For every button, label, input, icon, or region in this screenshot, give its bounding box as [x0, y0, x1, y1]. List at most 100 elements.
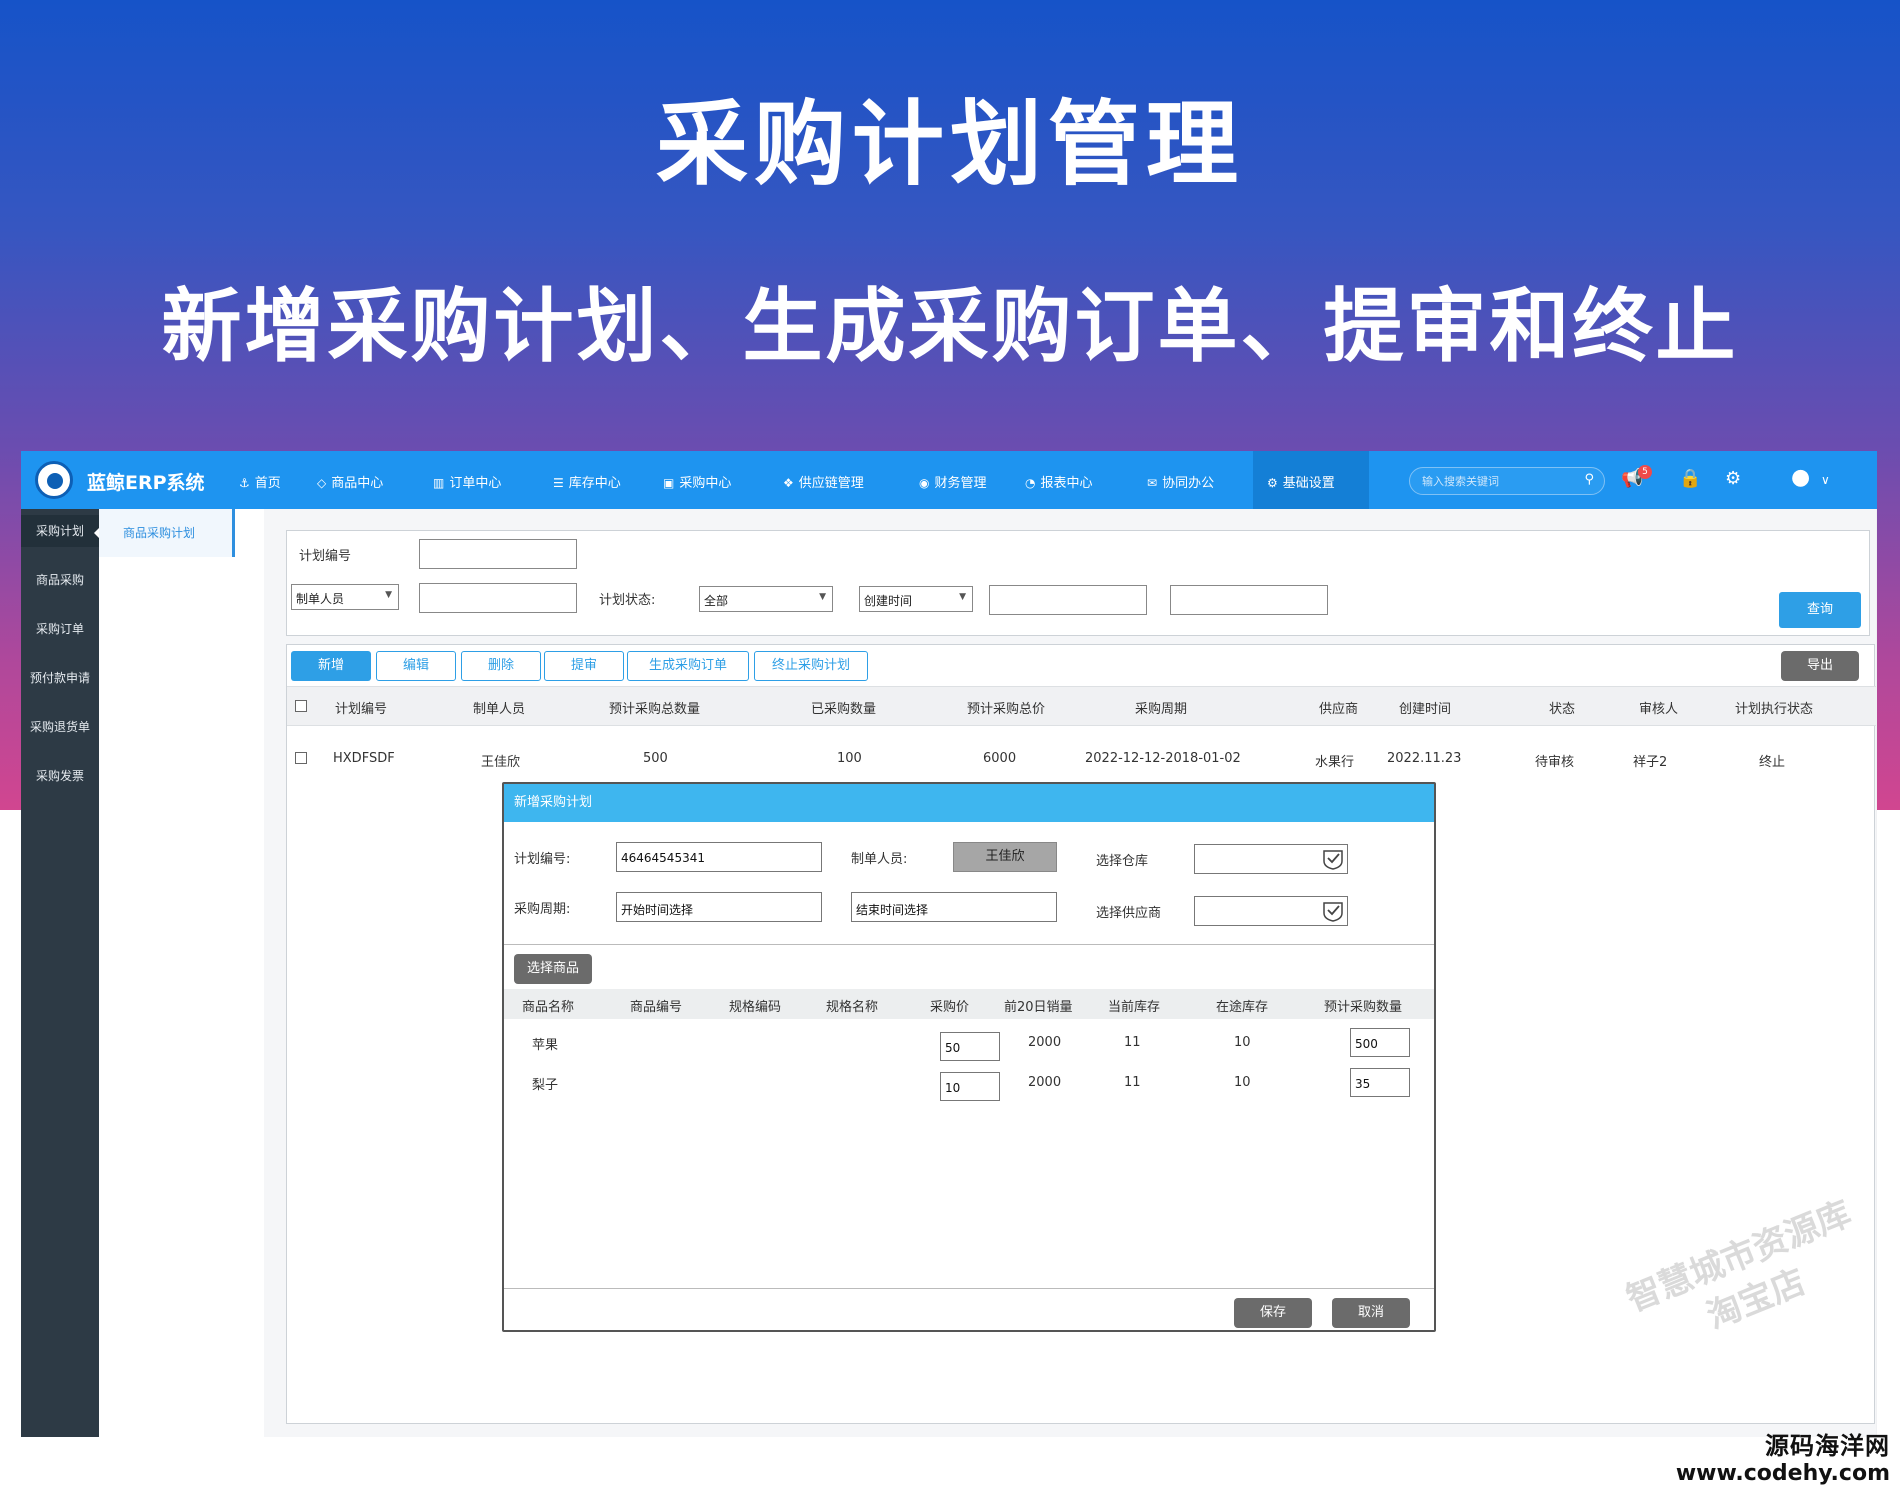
search-input[interactable] — [1422, 473, 1572, 489]
search-box: ⚲ — [1409, 467, 1605, 495]
col-purchase-price: 采购价 — [930, 1000, 970, 1015]
modal-divider — [504, 944, 1434, 945]
price-input[interactable]: 50 — [940, 1032, 1000, 1061]
col-est-total: 预计采购总价 — [967, 702, 1046, 717]
current-stock-value: 11 — [1124, 1035, 1141, 1050]
dashboard-icon: ◔ — [1025, 476, 1036, 490]
search-icon[interactable]: ⚲ — [1584, 472, 1594, 487]
maker-label: 制单人员: — [851, 852, 908, 867]
col-created: 创建时间 — [1399, 702, 1452, 717]
status-select[interactable]: 全部 ▼ — [699, 586, 833, 612]
nav-reports[interactable]: ◔ 报表中心 — [1025, 472, 1093, 491]
col-maker: 制单人员 — [473, 702, 526, 717]
plan-no-field[interactable]: 46464545341 — [616, 842, 822, 872]
user-avatar-icon[interactable]: ● — [1791, 465, 1810, 490]
nav-basic-settings[interactable]: ⚙ 基础设置 — [1267, 472, 1335, 491]
cell-reviewer: 祥子2 — [1633, 755, 1668, 770]
qty-input[interactable]: 35 — [1350, 1068, 1410, 1097]
add-button[interactable]: 新增 — [291, 651, 371, 681]
dropdown-check-icon — [1323, 902, 1343, 922]
coin-icon: ◉ — [919, 476, 930, 490]
current-stock-value: 11 — [1124, 1075, 1141, 1090]
export-button[interactable]: 导出 — [1781, 651, 1859, 681]
cancel-button[interactable]: 取消 — [1332, 1298, 1410, 1328]
col-period: 采购周期 — [1135, 702, 1188, 717]
supplier-select[interactable] — [1194, 896, 1348, 926]
slide-title: 采购计划管理 — [655, 91, 1244, 198]
save-button[interactable]: 保存 — [1234, 1298, 1312, 1328]
nav-inventory-center[interactable]: ☰ 库存中心 — [553, 472, 621, 491]
nav-order-center[interactable]: ▥ 订单中心 — [433, 472, 501, 491]
col-spec-code: 规格编码 — [729, 1000, 782, 1015]
plan-no-label: 计划编号: — [514, 852, 571, 867]
in-transit-value: 10 — [1234, 1075, 1251, 1090]
delete-button[interactable]: 删除 — [461, 651, 541, 681]
select-goods-button[interactable]: 选择商品 — [514, 954, 592, 984]
col-status: 状态 — [1549, 702, 1576, 717]
nav-collab-office[interactable]: ✉ 协同办公 — [1147, 472, 1214, 491]
end-date-input[interactable] — [1170, 585, 1328, 615]
diamond-icon: ◇ — [317, 476, 327, 490]
cell-exec-status[interactable]: 终止 — [1759, 751, 1785, 770]
select-all-checkbox[interactable] — [295, 700, 307, 712]
price-input[interactable]: 10 — [940, 1072, 1000, 1101]
time-type-select[interactable]: 创建时间 ▼ — [859, 586, 973, 612]
sales-20d-value: 2000 — [1028, 1075, 1062, 1090]
row-checkbox[interactable] — [295, 752, 307, 764]
footer-brand-url: www.codehy.com — [1675, 1461, 1890, 1486]
sidebar-item-purchase-order[interactable]: 采购订单 — [21, 613, 99, 645]
col-sales-20d: 前20日销量 — [1004, 1000, 1073, 1015]
nav-supply-chain[interactable]: ❖ 供应链管理 — [783, 472, 864, 491]
nav-home[interactable]: ⚓ 首页 — [239, 472, 281, 491]
cell-purchased-qty: 100 — [837, 751, 862, 766]
nav-purchase-center[interactable]: ▣ 采购中心 — [663, 472, 731, 491]
start-date-input[interactable] — [989, 585, 1147, 615]
chat-icon: ✉ — [1147, 476, 1158, 490]
sidebar-item-goods-purchase[interactable]: 商品采购 — [21, 564, 99, 596]
cell-created: 2022.11.23 — [1387, 751, 1462, 766]
sidebar: 采购计划 商品采购 采购订单 预付款申请 采购退货单 采购发票 — [21, 509, 100, 1437]
terminate-plan-button[interactable]: 终止采购计划 — [754, 651, 868, 681]
modal-footer-divider — [504, 1288, 1434, 1289]
in-transit-value: 10 — [1234, 1035, 1251, 1050]
submit-review-button[interactable]: 提审 — [544, 651, 624, 681]
table-header: 计划编号 制单人员 预计采购总数量 已采购数量 预计采购总价 采购周期 供应商 … — [287, 686, 1876, 726]
cell-est-total: 6000 — [983, 751, 1017, 766]
table-toolbar: 新增 编辑 删除 提审 生成采购订单 终止采购计划 导出 — [287, 645, 1876, 686]
qty-input[interactable]: 500 — [1350, 1028, 1410, 1057]
edit-button[interactable]: 编辑 — [376, 651, 456, 681]
subnav-item-goods-purchase-plan[interactable]: 商品采购计划 — [99, 509, 235, 557]
nav-goods-center[interactable]: ◇ 商品中心 — [317, 472, 383, 491]
cubes-icon: ❖ — [783, 476, 794, 490]
col-product-name: 商品名称 — [522, 1000, 575, 1015]
generate-order-button[interactable]: 生成采购订单 — [627, 651, 749, 681]
supplier-label: 选择供应商 — [1096, 906, 1162, 921]
warehouse-select[interactable] — [1194, 844, 1348, 874]
maker-select[interactable]: 制单人员 ▼ — [291, 584, 399, 610]
end-time-picker[interactable]: 结束时间选择 — [851, 892, 1057, 922]
cell-status: 待审核 — [1535, 755, 1575, 770]
query-button[interactable]: 查询 — [1779, 592, 1861, 628]
col-supplier: 供应商 — [1319, 702, 1359, 717]
whale-logo-icon — [35, 461, 73, 499]
gear-icon[interactable]: ⚙ — [1725, 468, 1741, 489]
maker-input[interactable] — [419, 583, 577, 613]
plan-no-label: 计划编号 — [299, 549, 352, 564]
sidebar-item-prepayment[interactable]: 预付款申请 — [21, 662, 99, 694]
nav-finance[interactable]: ◉ 财务管理 — [919, 472, 987, 491]
footer-brand: 源码海洋网 www.codehy.com — [1676, 1426, 1890, 1486]
col-spec-name: 规格名称 — [826, 1000, 879, 1015]
sidebar-item-purchase-plan[interactable]: 采购计划 — [21, 515, 100, 547]
caret-down-icon: ▼ — [819, 592, 826, 602]
sidebar-item-purchase-invoice[interactable]: 采购发票 — [21, 760, 99, 792]
lock-icon[interactable]: 🔒 — [1679, 468, 1701, 489]
plan-no-input[interactable] — [419, 539, 577, 569]
col-in-transit: 在途库存 — [1216, 1000, 1269, 1015]
start-time-picker[interactable]: 开始时间选择 — [616, 892, 822, 922]
sidebar-item-purchase-return[interactable]: 采购退货单 — [21, 711, 99, 743]
chevron-down-icon[interactable]: ∨ — [1821, 473, 1830, 487]
col-est-purchase-qty: 预计采购数量 — [1324, 1000, 1403, 1015]
sales-20d-value: 2000 — [1028, 1035, 1062, 1050]
anchor-icon: ⚓ — [239, 476, 250, 490]
notification-badge: 5 — [1638, 465, 1652, 479]
